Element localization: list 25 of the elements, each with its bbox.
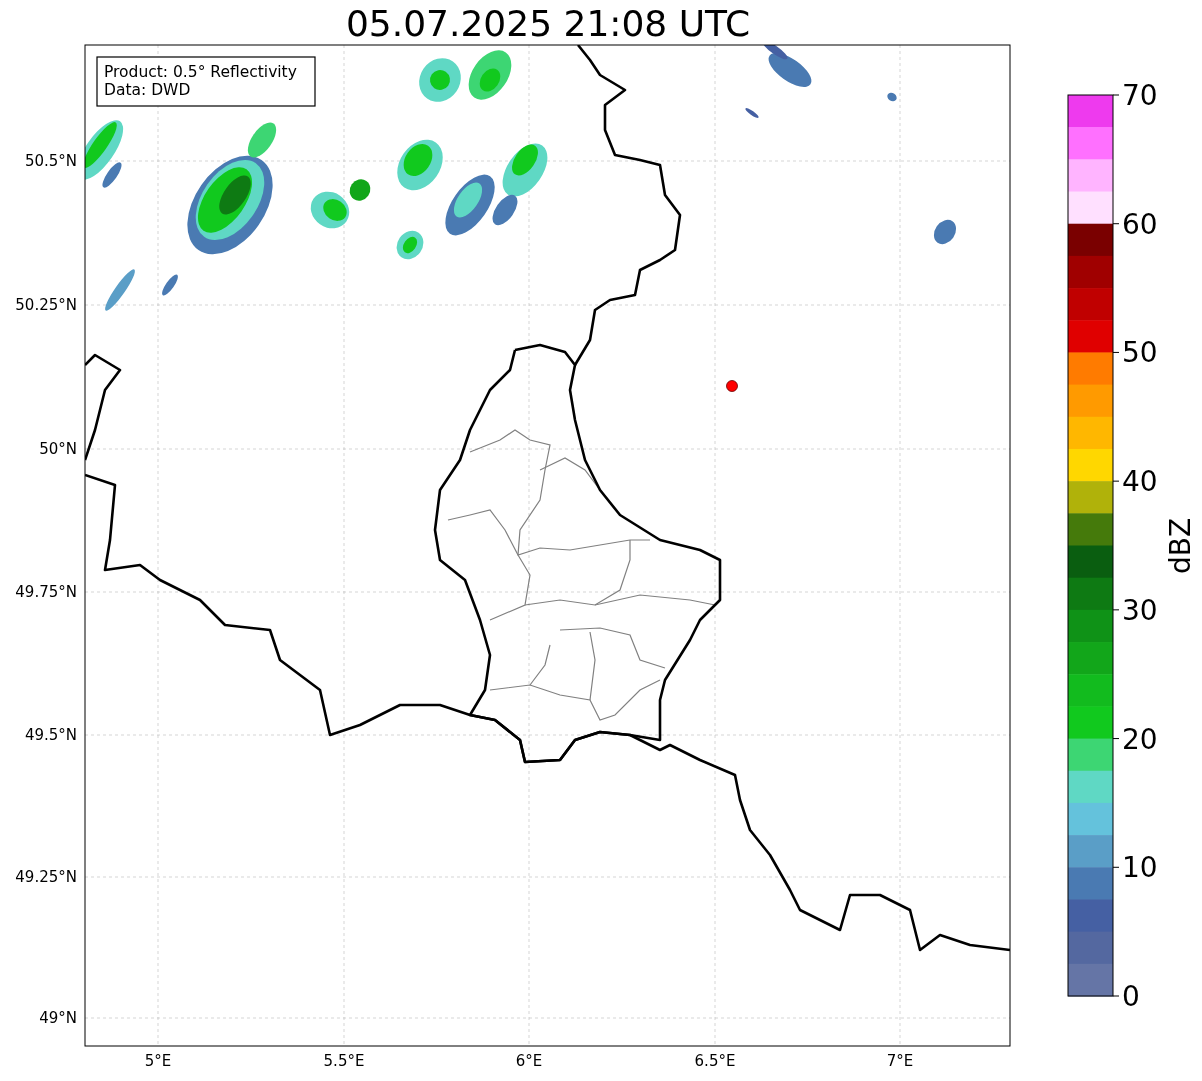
axis-tick-label: 49.25°N	[15, 868, 77, 886]
info-text: Data: DWD	[104, 81, 191, 99]
colorbar-tick-label: 20	[1122, 722, 1158, 756]
axis-tick-label: 7°E	[886, 1052, 914, 1070]
axis-tick-label: 6°E	[515, 1052, 543, 1070]
axis-tick-label: 50.25°N	[15, 296, 77, 314]
colorbar-tick-label: 50	[1122, 336, 1158, 370]
colorbar-tick-label: 0	[1122, 980, 1140, 1013]
info-text: Product: 0.5° Reflectivity	[104, 63, 297, 81]
colorbar-label: dBZ	[1164, 517, 1197, 575]
axis-tick-label: 49.5°N	[24, 726, 77, 744]
colorbar-tick-label: 30	[1122, 593, 1158, 627]
axis-tick-label: 50.5°N	[24, 152, 77, 170]
axis-tick-label: 50°N	[39, 440, 77, 458]
map-title: 05.07.2025 21:08 UTC	[345, 3, 751, 44]
axis-tick-label: 5.5°E	[323, 1052, 365, 1070]
colorbar-tick-label: 10	[1122, 851, 1158, 885]
colorbar-tick-label: 40	[1122, 465, 1158, 499]
axis-tick-label: 5°E	[144, 1052, 172, 1070]
axis-tick-label: 49°N	[39, 1009, 77, 1027]
location-marker	[726, 380, 738, 392]
colorbar-tick-label: 70	[1122, 79, 1158, 112]
axis-tick-label: 6.5°E	[694, 1052, 736, 1070]
colorbar-tick-label: 60	[1122, 207, 1158, 241]
axis-tick-label: 49.75°N	[15, 583, 77, 601]
